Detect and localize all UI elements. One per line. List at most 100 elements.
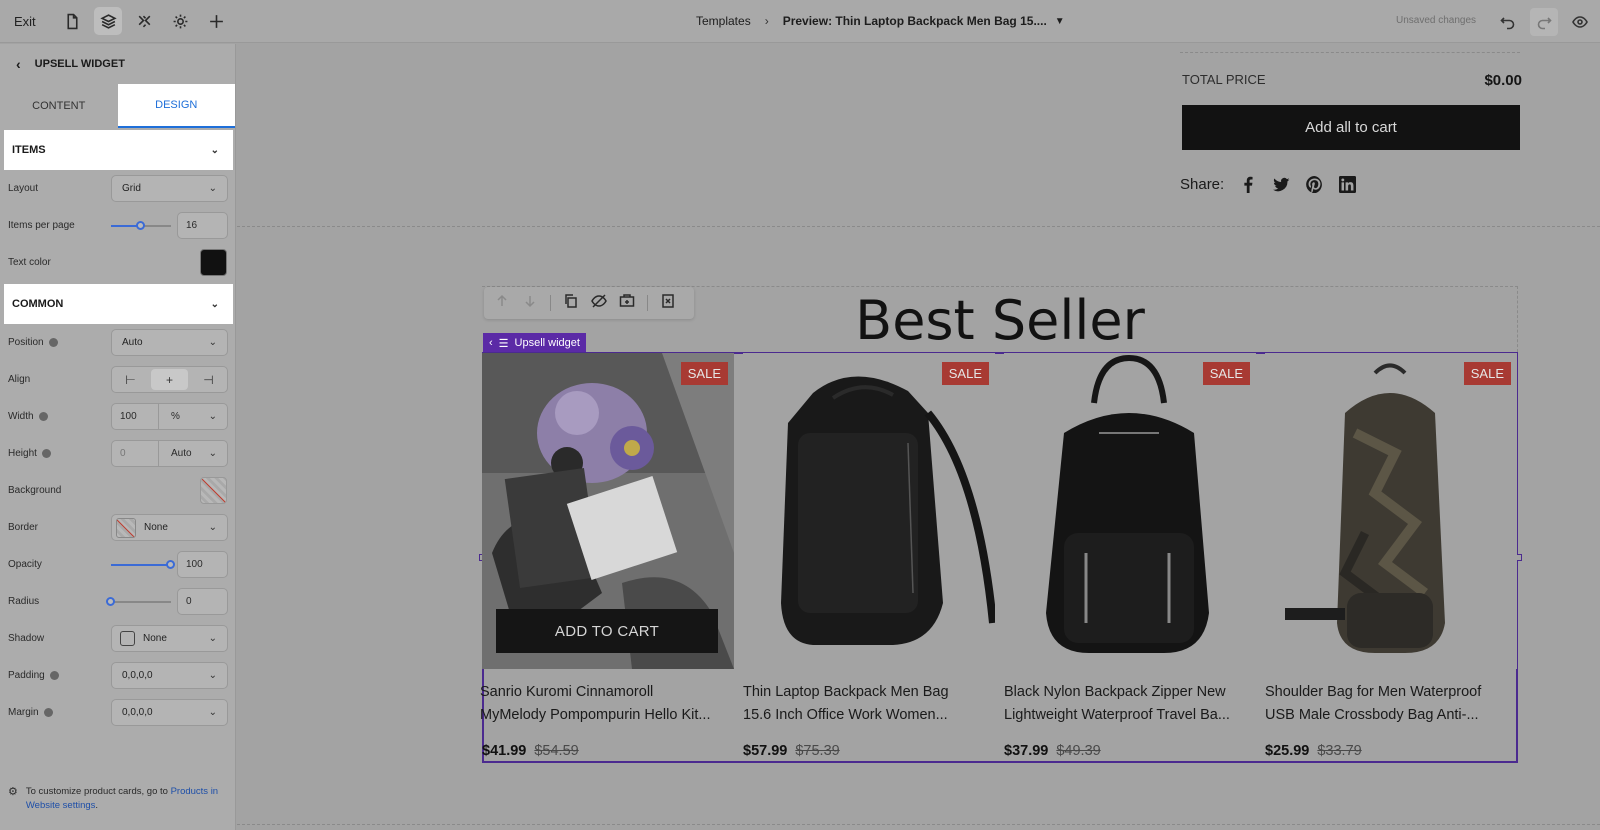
shadow-label: Shadow [8, 633, 45, 644]
widget-label[interactable]: ‹ ☰ Upsell widget [483, 333, 586, 353]
opacity-label: Opacity [8, 559, 42, 570]
product-title[interactable]: Black Nylon Backpack Zipper New Lightwei… [1004, 681, 1264, 727]
back-icon[interactable]: ‹ [16, 56, 21, 72]
chevron-left-icon: ‹ [489, 337, 493, 349]
height-input[interactable]: 0 [112, 441, 159, 466]
caret-down-icon[interactable]: ▼ [1055, 16, 1065, 27]
undo-icon[interactable] [1494, 8, 1522, 36]
breadcrumb-templates[interactable]: Templates [696, 14, 751, 28]
opacity-row: Opacity 100 [0, 546, 235, 583]
add-all-to-cart-button[interactable]: Add all to cart [1182, 105, 1520, 150]
sale-badge: SALE [1202, 362, 1250, 385]
redo-icon[interactable] [1530, 8, 1558, 36]
border-value: None [144, 522, 168, 533]
opacity-input[interactable]: 100 [177, 551, 228, 578]
padding-select[interactable]: 0,0,0,0 ⌄ [111, 662, 228, 689]
text-color-row: Text color [0, 244, 235, 281]
gear-icon[interactable] [166, 7, 194, 35]
shadow-select[interactable]: None ⌄ [111, 625, 228, 652]
info-icon[interactable] [43, 708, 53, 717]
align-right-icon[interactable]: ⊣ [190, 367, 227, 392]
product-image[interactable]: SALE [1004, 353, 1256, 669]
height-unit-select[interactable]: Auto ⌄ [159, 441, 227, 466]
chevron-right-icon: › [764, 14, 769, 28]
product-title[interactable]: Shoulder Bag for Men Waterproof USB Male… [1265, 681, 1525, 727]
align-left-icon[interactable]: ⊢ [112, 367, 149, 392]
eye-icon[interactable] [1566, 8, 1594, 36]
items-per-page-row: Items per page 16 [0, 207, 235, 244]
radius-slider[interactable] [106, 588, 171, 615]
layout-select[interactable]: Grid ⌄ [111, 175, 228, 202]
product-image[interactable]: SALE [1265, 353, 1517, 669]
position-select[interactable]: Auto ⌄ [111, 329, 228, 356]
margin-row: Margin 0,0,0,0 ⌄ [0, 694, 235, 731]
shadow-icon [120, 631, 135, 646]
twitter-icon[interactable] [1273, 176, 1290, 193]
tab-design[interactable]: DESIGN [117, 84, 235, 128]
move-down-icon[interactable] [522, 293, 538, 314]
common-section-header[interactable]: COMMON ⌄ [4, 284, 233, 324]
product-title-line1: Shoulder Bag for Men Waterproof [1265, 684, 1482, 700]
margin-label: Margin [8, 707, 39, 718]
sale-price: $57.99 [743, 743, 788, 759]
delete-icon[interactable] [660, 293, 676, 314]
items-section-header[interactable]: ITEMS ⌄ [4, 130, 233, 170]
padding-row: Padding 0,0,0,0 ⌄ [0, 657, 235, 694]
info-icon[interactable] [48, 338, 58, 347]
linkedin-icon[interactable] [1339, 176, 1357, 193]
sidebar-header: ‹ UPSELL WIDGET [0, 44, 235, 84]
layers-icon[interactable] [94, 7, 122, 35]
info-icon[interactable] [41, 449, 51, 458]
layout-label: Layout [8, 183, 39, 194]
product-price: $41.99 $54.59 [482, 743, 579, 759]
tab-content[interactable]: CONTENT [0, 84, 118, 128]
move-up-icon[interactable] [494, 293, 510, 314]
product-image[interactable]: SALE [743, 353, 995, 669]
pinterest-icon[interactable] [1306, 176, 1323, 193]
puzzle-icon[interactable] [130, 7, 158, 35]
product-title[interactable]: Thin Laptop Backpack Men Bag 15.6 Inch O… [743, 681, 1003, 727]
sale-badge: SALE [941, 362, 989, 385]
add-to-cart-button[interactable]: ADD TO CART [496, 609, 718, 653]
page-icon[interactable] [58, 7, 86, 35]
footer-text: To customize product cards, go to [25, 786, 168, 797]
opacity-slider[interactable] [111, 551, 175, 578]
product-title-line2: USB Male Crossbody Bag Anti-... [1265, 707, 1479, 723]
sidebar-footer-note: ⚙ To customize product cards, go to Prod… [8, 785, 228, 813]
text-color-label: Text color [8, 257, 51, 268]
shadow-value: None [143, 633, 167, 644]
border-select[interactable]: None ⌄ [111, 514, 228, 541]
widget-label-text: Upsell widget [514, 337, 580, 349]
radius-input[interactable]: 0 [177, 588, 228, 615]
width-unit-select[interactable]: % ⌄ [159, 404, 227, 429]
hide-icon[interactable] [591, 293, 607, 314]
align-center-icon[interactable]: + [151, 369, 188, 390]
product-image[interactable]: SALE ADD TO CART [482, 353, 734, 669]
save-section-icon[interactable] [619, 293, 635, 314]
breadcrumb-current[interactable]: Preview: Thin Laptop Backpack Men Bag 15… [783, 14, 1047, 28]
compare-price: $54.59 [534, 743, 579, 759]
breadcrumb: Templates › Preview: Thin Laptop Backpac… [696, 14, 1065, 28]
facebook-icon[interactable] [1240, 176, 1257, 193]
margin-select[interactable]: 0,0,0,0 ⌄ [111, 699, 228, 726]
unsaved-status: Unsaved changes [1396, 15, 1477, 26]
width-input[interactable]: 100 [112, 404, 159, 429]
height-control: 0 Auto ⌄ [111, 440, 228, 467]
info-icon[interactable] [38, 412, 48, 421]
product-title-line2: MyMelody Pompompurin Hello Kit... [480, 707, 711, 723]
chevron-down-icon: ⌄ [208, 183, 217, 194]
duplicate-icon[interactable] [563, 293, 579, 314]
text-color-swatch[interactable] [200, 249, 227, 276]
product-title[interactable]: Sanrio Kuromi Cinnamoroll MyMelody Pompo… [480, 681, 740, 727]
border-swatch [116, 517, 136, 538]
plus-icon[interactable] [202, 7, 230, 35]
exit-button[interactable]: Exit [14, 14, 50, 29]
settings-icon: ⚙ [8, 786, 18, 798]
items-per-page-input[interactable]: 16 [177, 212, 228, 239]
background-swatch[interactable] [200, 477, 227, 504]
items-per-page-slider[interactable] [111, 212, 171, 239]
section-divider [237, 226, 1600, 227]
border-label: Border [8, 522, 39, 533]
info-icon[interactable] [49, 671, 59, 680]
height-unit: Auto [171, 448, 192, 459]
